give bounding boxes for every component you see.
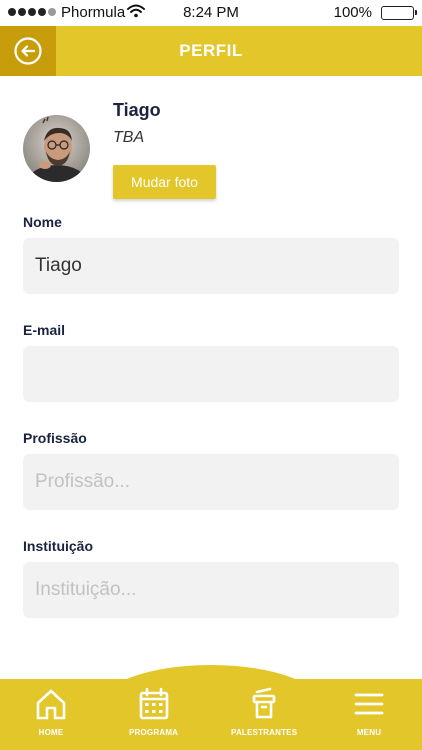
email-field[interactable] xyxy=(23,346,399,402)
profession-field[interactable] xyxy=(23,454,399,510)
name-field[interactable] xyxy=(23,238,399,294)
battery-percentage: 100% xyxy=(333,4,372,21)
podium-icon xyxy=(252,687,276,719)
status-bar: Phormula 8:24 PM 100% xyxy=(0,0,422,26)
nav-label-palestrantes: PALESTRANTES xyxy=(231,728,298,737)
back-button[interactable] xyxy=(0,26,56,76)
page-title: PERFIL xyxy=(179,41,243,60)
nav-item-home[interactable]: HOME xyxy=(33,686,69,737)
calendar-icon xyxy=(139,687,168,720)
institution-field[interactable] xyxy=(23,562,399,618)
profession-label: Profissão xyxy=(23,430,87,446)
battery-icon xyxy=(381,6,417,20)
nav-item-programa[interactable]: PROGRAMA xyxy=(129,686,178,737)
change-photo-button[interactable]: Mudar foto xyxy=(113,165,216,199)
nav-label-home: HOME xyxy=(38,728,64,737)
name-label: Nome xyxy=(23,214,62,230)
nav-label-menu: MENU xyxy=(356,728,382,737)
institution-label: Instituição xyxy=(23,538,94,554)
profile-name: Tiago xyxy=(113,100,161,120)
profile-subtitle: TBA xyxy=(113,129,145,146)
nav-item-palestrantes[interactable]: PALESTRANTES xyxy=(231,686,297,737)
back-arrow-circle-icon xyxy=(14,37,42,65)
nav-label-programa: PROGRAMA xyxy=(129,728,179,737)
home-icon xyxy=(36,689,66,720)
app-header: PERFIL xyxy=(0,26,422,76)
nav-item-menu[interactable]: MENU xyxy=(353,686,385,737)
email-label: E-mail xyxy=(23,322,66,338)
hamburger-menu-icon xyxy=(354,693,384,715)
avatar xyxy=(23,115,90,182)
